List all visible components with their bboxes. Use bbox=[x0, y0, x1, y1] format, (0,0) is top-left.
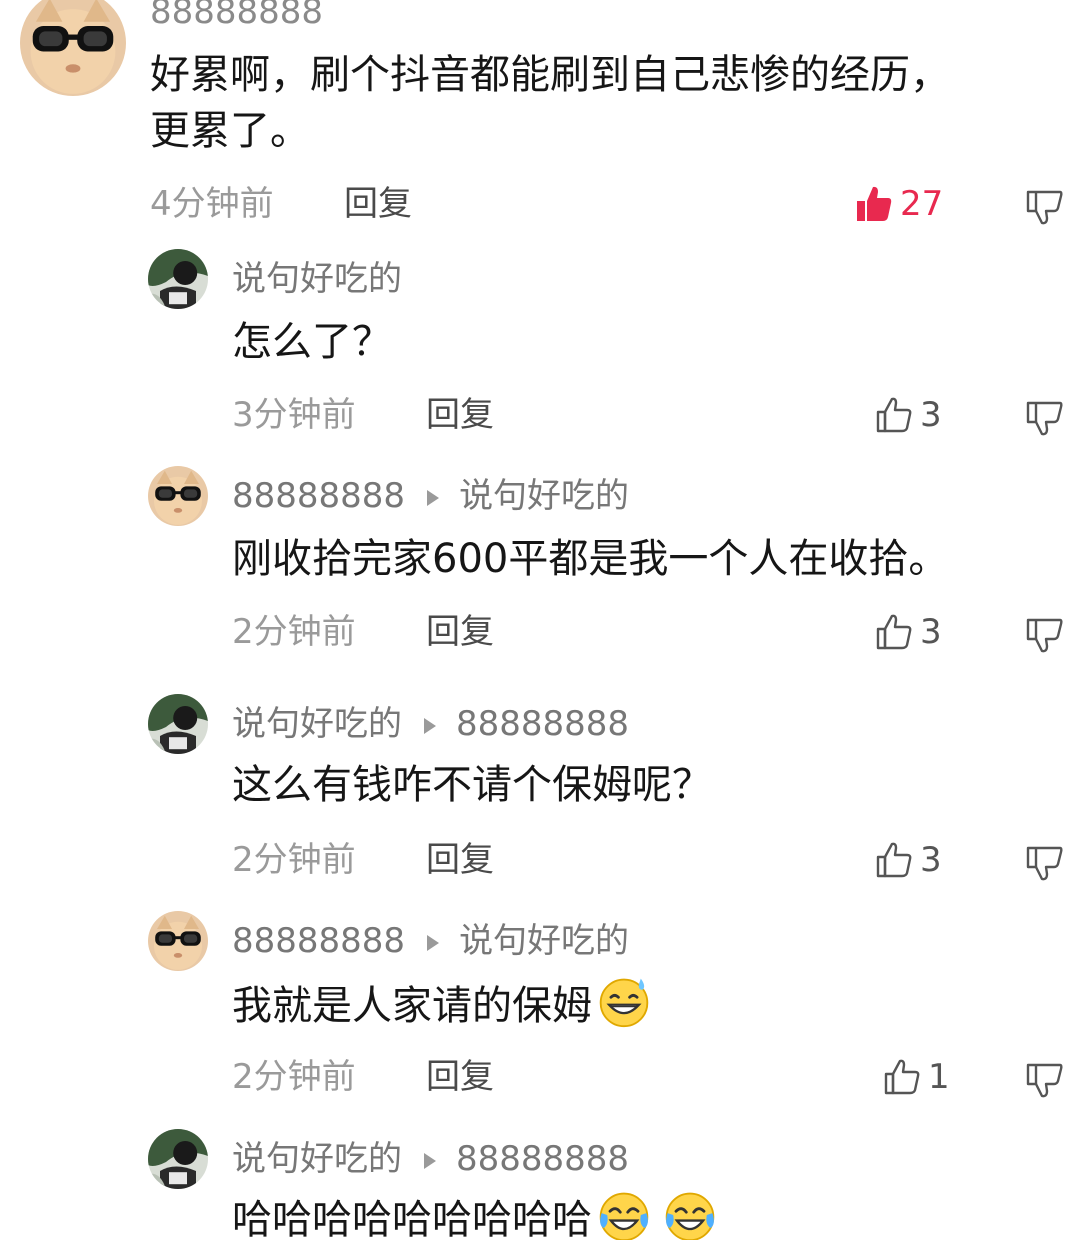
thumbs-down-icon bbox=[1024, 842, 1064, 882]
tears-of-joy-emoji bbox=[596, 1187, 652, 1240]
author-name[interactable]: 88888888 bbox=[232, 921, 405, 961]
reply-button[interactable]: 回复 bbox=[344, 184, 412, 224]
thumbs-up-icon bbox=[874, 612, 914, 652]
comment-top-level: 88888888 好累啊，刷个抖音都能刷到自己悲惨的经历， 更累了。 4分钟前 … bbox=[0, 0, 1080, 230]
thumbs-down-icon bbox=[1024, 397, 1064, 437]
reply-arrow-icon bbox=[424, 1152, 436, 1169]
avatar[interactable] bbox=[148, 694, 208, 754]
reply-arrow-icon bbox=[427, 489, 440, 506]
sweat-smile-emoji bbox=[596, 973, 652, 1029]
reply-button[interactable]: 回复 bbox=[426, 612, 494, 652]
avatar[interactable] bbox=[20, 0, 126, 96]
avatar[interactable] bbox=[148, 249, 208, 309]
comment-text: 刚收拾完家600平都是我一个人在收拾。 bbox=[232, 536, 949, 582]
reply-button[interactable]: 回复 bbox=[426, 840, 494, 880]
like-button[interactable]: 1 bbox=[882, 1055, 950, 1099]
comment-time: 3分钟前 bbox=[232, 395, 356, 435]
reply-comment: 说句好吃的 88888888 哈哈哈哈哈哈哈哈哈 bbox=[0, 1125, 1080, 1240]
comment-username: 说句好吃的 88888888 bbox=[232, 1139, 629, 1179]
dislike-button[interactable] bbox=[1024, 842, 1064, 882]
comment-text-line2: 更累了。 bbox=[150, 108, 310, 154]
comment-text-content: 我就是人家请的保姆 bbox=[232, 983, 592, 1029]
comment-time: 2分钟前 bbox=[232, 840, 356, 880]
reply-button[interactable]: 回复 bbox=[426, 1057, 494, 1097]
avatar[interactable] bbox=[148, 1129, 208, 1189]
tears-of-joy-emoji bbox=[662, 1187, 718, 1240]
avatar[interactable] bbox=[148, 466, 208, 526]
reply-to-name[interactable]: 88888888 bbox=[456, 704, 629, 744]
reply-button[interactable]: 回复 bbox=[426, 395, 494, 435]
reply-to-name[interactable]: 说句好吃的 bbox=[459, 476, 629, 516]
reply-comment: 说句好吃的 怎么了？ 3分钟前 回复 3 bbox=[0, 245, 1080, 445]
reply-arrow-icon bbox=[427, 934, 440, 951]
comment-time: 2分钟前 bbox=[232, 1057, 356, 1097]
comment-username[interactable]: 88888888 bbox=[150, 0, 323, 32]
thumbs-down-icon bbox=[1024, 614, 1064, 654]
dislike-button[interactable] bbox=[1024, 186, 1064, 226]
like-count: 3 bbox=[920, 840, 942, 880]
comment-username: 88888888 说句好吃的 bbox=[232, 476, 629, 516]
comment-text-content: 哈哈哈哈哈哈哈哈哈 bbox=[232, 1197, 592, 1240]
reply-comment: 88888888 说句好吃的 刚收拾完家600平都是我一个人在收拾。 2分钟前 回… bbox=[0, 462, 1080, 672]
thumbs-down-icon bbox=[1024, 186, 1064, 226]
reply-to-name[interactable]: 88888888 bbox=[456, 1139, 629, 1179]
dislike-button[interactable] bbox=[1024, 614, 1064, 654]
like-count: 1 bbox=[928, 1057, 950, 1097]
author-name[interactable]: 88888888 bbox=[232, 476, 405, 516]
thumbs-up-icon bbox=[874, 840, 914, 880]
comment-text: 哈哈哈哈哈哈哈哈哈 bbox=[232, 1187, 718, 1240]
reply-to-name[interactable]: 说句好吃的 bbox=[459, 921, 629, 961]
like-button[interactable]: 3 bbox=[874, 610, 942, 654]
thumbs-up-icon bbox=[874, 395, 914, 435]
comment-username: 88888888 说句好吃的 bbox=[232, 921, 629, 961]
author-name[interactable]: 说句好吃的 bbox=[232, 704, 402, 744]
comment-time: 2分钟前 bbox=[232, 612, 356, 652]
thumbs-down-icon bbox=[1024, 1059, 1064, 1099]
like-count: 27 bbox=[900, 184, 944, 224]
like-button[interactable]: 3 bbox=[874, 393, 942, 437]
author-name[interactable]: 说句好吃的 bbox=[232, 1139, 402, 1179]
comment-time: 4分钟前 bbox=[150, 184, 274, 224]
reply-comment: 88888888 说句好吃的 我就是人家请的保姆 2分钟前 回复 1 bbox=[0, 907, 1080, 1117]
dislike-button[interactable] bbox=[1024, 1059, 1064, 1099]
like-button[interactable]: 27 bbox=[854, 182, 943, 226]
thumbs-up-icon bbox=[854, 184, 894, 224]
reply-arrow-icon bbox=[424, 717, 436, 734]
avatar[interactable] bbox=[148, 911, 208, 971]
like-count: 3 bbox=[920, 395, 942, 435]
like-button[interactable]: 3 bbox=[874, 838, 942, 882]
comment-text: 好累啊，刷个抖音都能刷到自己悲惨的经历， bbox=[150, 52, 950, 98]
thumbs-up-icon bbox=[882, 1057, 922, 1097]
comment-username: 说句好吃的 88888888 bbox=[232, 704, 629, 744]
reply-comment: 说句好吃的 88888888 这么有钱咋不请个保姆呢？ 2分钟前 回复 3 bbox=[0, 690, 1080, 900]
comment-text: 我就是人家请的保姆 bbox=[232, 973, 652, 1037]
like-count: 3 bbox=[920, 612, 942, 652]
dislike-button[interactable] bbox=[1024, 397, 1064, 437]
comment-username[interactable]: 说句好吃的 bbox=[232, 259, 402, 299]
comment-text: 怎么了？ bbox=[232, 319, 392, 365]
comment-text: 这么有钱咋不请个保姆呢？ bbox=[232, 762, 712, 808]
